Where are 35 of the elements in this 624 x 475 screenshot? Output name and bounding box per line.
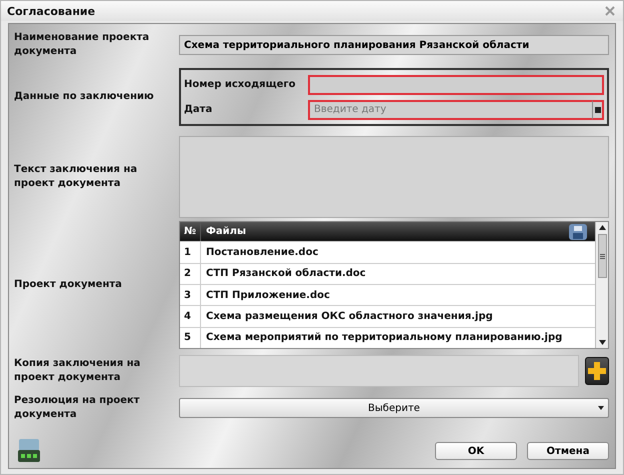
scroll-down-icon[interactable] [598, 340, 606, 345]
field-label: Текст заключения на проект документа [14, 163, 138, 191]
add-button[interactable] [585, 357, 609, 385]
device-icon[interactable] [18, 438, 40, 462]
field-label: Резолюция на проект документа [14, 394, 141, 422]
field-label: Наименование проекта документа [14, 31, 150, 59]
table-cell: 2 [180, 264, 201, 284]
ok-button[interactable]: OK [435, 442, 517, 460]
table-cell: 1 [180, 242, 201, 263]
caret-icon [598, 406, 604, 410]
table-cell: 4 [180, 306, 201, 327]
field-label: Копия заключения на проект документа [14, 357, 142, 385]
window-title: Согласование [7, 4, 96, 18]
cancel-button[interactable]: Отмена [527, 442, 609, 460]
field-label: Дата [184, 104, 214, 115]
table-cell: 3 [180, 285, 201, 306]
date-field[interactable]: Введите дату [308, 100, 592, 120]
table-cell-text: СТП Приложение.doc [205, 290, 330, 301]
close-icon[interactable] [605, 6, 615, 16]
project-name-field: Схема территориального планирования Рязанской области [179, 35, 609, 55]
table-cell: 5 [180, 328, 201, 348]
calendar-button[interactable] [592, 100, 604, 120]
dropdown[interactable]: Выберите [179, 398, 609, 418]
table-cell-text: Схема размещения ОКС областного значения.jpg [205, 311, 493, 322]
table-cell-text: Схема мероприятий по территориальному планированию.jpg [205, 332, 562, 344]
table-cell-text: СТП Рязанской области.doc [205, 268, 366, 280]
scroll-up-icon[interactable] [598, 225, 606, 230]
field-label: Проект документа [14, 278, 123, 292]
input-field[interactable] [308, 74, 604, 94]
scrollbar[interactable] [595, 222, 608, 348]
column-header: № [180, 222, 201, 242]
column-header: Файлы [205, 226, 246, 238]
table-cell-text: Постановление.doc [205, 247, 318, 258]
field-label: Данные по заключению [14, 90, 155, 104]
field-label: Номер исходящего [184, 79, 297, 90]
